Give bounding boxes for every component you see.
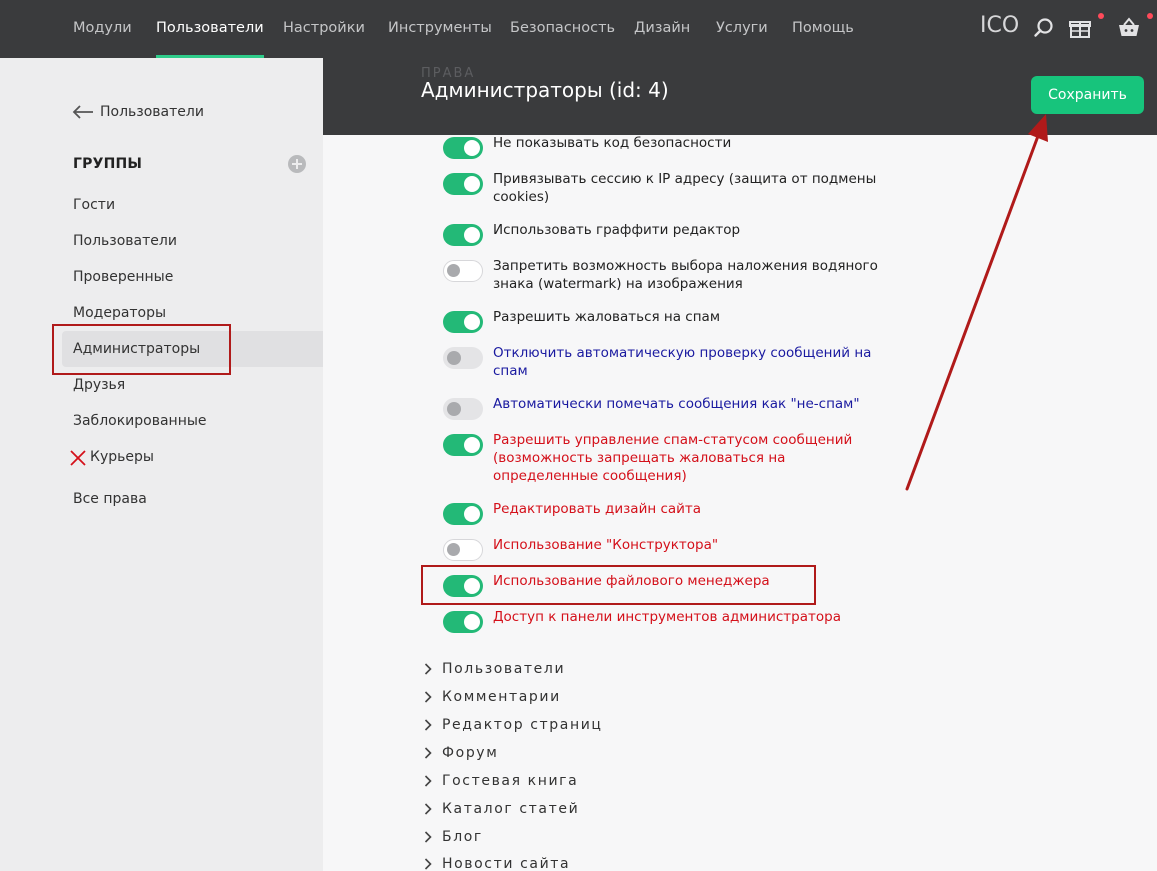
permission-label: Запретить возможность выбора наложения в… <box>493 258 878 292</box>
permission-toggle[interactable] <box>443 398 483 420</box>
permission-label: Разрешить управление спам-статусом сообщ… <box>493 432 853 484</box>
chevron-right-icon <box>424 719 432 731</box>
nav-item-modules[interactable]: Модули <box>73 0 132 58</box>
section-label: Пользователи <box>442 661 566 677</box>
section-page-editor[interactable]: Редактор страниц <box>424 717 603 733</box>
basket-icon[interactable] <box>1117 16 1141 40</box>
section-blog[interactable]: Блог <box>424 829 483 845</box>
permission-toggle[interactable] <box>443 173 483 195</box>
annotation-highlight-box <box>421 565 816 605</box>
sidebar-item-users[interactable]: Пользователи <box>73 233 177 249</box>
chevron-right-icon <box>424 803 432 815</box>
delete-group-icon[interactable] <box>70 450 86 466</box>
permission-label: Использование "Конструктора" <box>493 537 719 553</box>
nav-item-settings[interactable]: Настройки <box>283 0 365 58</box>
sidebar-item-guests[interactable]: Гости <box>73 197 115 213</box>
chevron-right-icon <box>424 775 432 787</box>
nav-item-help[interactable]: Помощь <box>792 0 854 58</box>
nav-item-users[interactable]: Пользователи <box>156 0 264 58</box>
sidebar-item-verified[interactable]: Проверенные <box>73 269 173 285</box>
nav-item-services[interactable]: Услуги <box>716 0 768 58</box>
permission-label: Не показывать код безопасности <box>493 135 732 151</box>
permission-label: Разрешить жаловаться на спам <box>493 309 721 325</box>
section-users[interactable]: Пользователи <box>424 661 565 677</box>
chevron-right-icon <box>424 691 432 703</box>
back-link[interactable]: Пользователи <box>72 104 204 120</box>
sidebar-item-all-rights[interactable]: Все права <box>73 491 147 507</box>
add-group-icon[interactable] <box>288 155 306 173</box>
page-title: Администраторы (id: 4) <box>421 78 669 102</box>
chevron-right-icon <box>424 831 432 843</box>
permission-toggle[interactable] <box>443 137 483 159</box>
section-articles[interactable]: Каталог статей <box>424 801 579 817</box>
chevron-right-icon <box>424 858 432 870</box>
ico-label[interactable]: ICO <box>980 13 1019 38</box>
section-label: Блог <box>442 829 483 845</box>
sidebar-item-couriers[interactable]: Курьеры <box>90 449 154 465</box>
section-label: Новости сайта <box>442 856 571 871</box>
gift-icon[interactable] <box>1068 16 1092 40</box>
permission-label: Доступ к панели инструментов администрат… <box>493 609 841 625</box>
sidebar-item-moderators[interactable]: Модераторы <box>73 305 166 321</box>
nav-item-tools[interactable]: Инструменты <box>388 0 492 58</box>
top-navigation: Модули Пользователи Настройки Инструмент… <box>0 0 1157 58</box>
sidebar-item-friends[interactable]: Друзья <box>73 377 125 393</box>
permission-label: Использовать граффити редактор <box>493 222 741 238</box>
section-label: Каталог статей <box>442 801 580 817</box>
annotation-highlight-box <box>52 324 231 375</box>
section-guestbook[interactable]: Гостевая книга <box>424 773 578 789</box>
section-forum[interactable]: Форум <box>424 745 498 761</box>
permission-toggle[interactable] <box>443 260 483 282</box>
chevron-right-icon <box>424 747 432 759</box>
permission-toggle[interactable] <box>443 611 483 633</box>
permission-toggle[interactable] <box>443 434 483 456</box>
permission-label: Автоматически помечать сообщения как "не… <box>493 396 860 412</box>
permission-toggle[interactable] <box>443 347 483 369</box>
notification-dot <box>1147 13 1153 19</box>
section-label: Комментарии <box>442 689 561 705</box>
permission-label: Отключить автоматическую проверку сообще… <box>493 345 872 379</box>
section-label: Форум <box>442 745 499 761</box>
section-label: Редактор страниц <box>442 717 603 733</box>
permission-toggle[interactable] <box>443 503 483 525</box>
nav-item-security[interactable]: Безопасность <box>510 0 615 58</box>
groups-title: ГРУППЫ <box>73 156 143 172</box>
chevron-right-icon <box>424 663 432 675</box>
permission-label: Редактировать дизайн сайта <box>493 501 702 517</box>
permission-toggle[interactable] <box>443 311 483 333</box>
permission-toggle[interactable] <box>443 224 483 246</box>
permission-toggle[interactable] <box>443 539 483 561</box>
permission-label: Привязывать сессию к IP адресу (защита о… <box>493 171 877 205</box>
nav-item-design[interactable]: Дизайн <box>634 0 690 58</box>
section-news[interactable]: Новости сайта <box>424 856 570 871</box>
notification-dot <box>1098 13 1104 19</box>
section-label: Гостевая книга <box>442 773 579 789</box>
back-link-label: Пользователи <box>100 104 204 120</box>
sidebar-item-blocked[interactable]: Заблокированные <box>73 413 207 429</box>
sidebar <box>0 58 323 871</box>
section-comments[interactable]: Комментарии <box>424 689 561 705</box>
arrow-left-icon <box>72 105 93 119</box>
save-button[interactable]: Сохранить <box>1031 76 1144 114</box>
search-icon[interactable] <box>1032 16 1056 40</box>
